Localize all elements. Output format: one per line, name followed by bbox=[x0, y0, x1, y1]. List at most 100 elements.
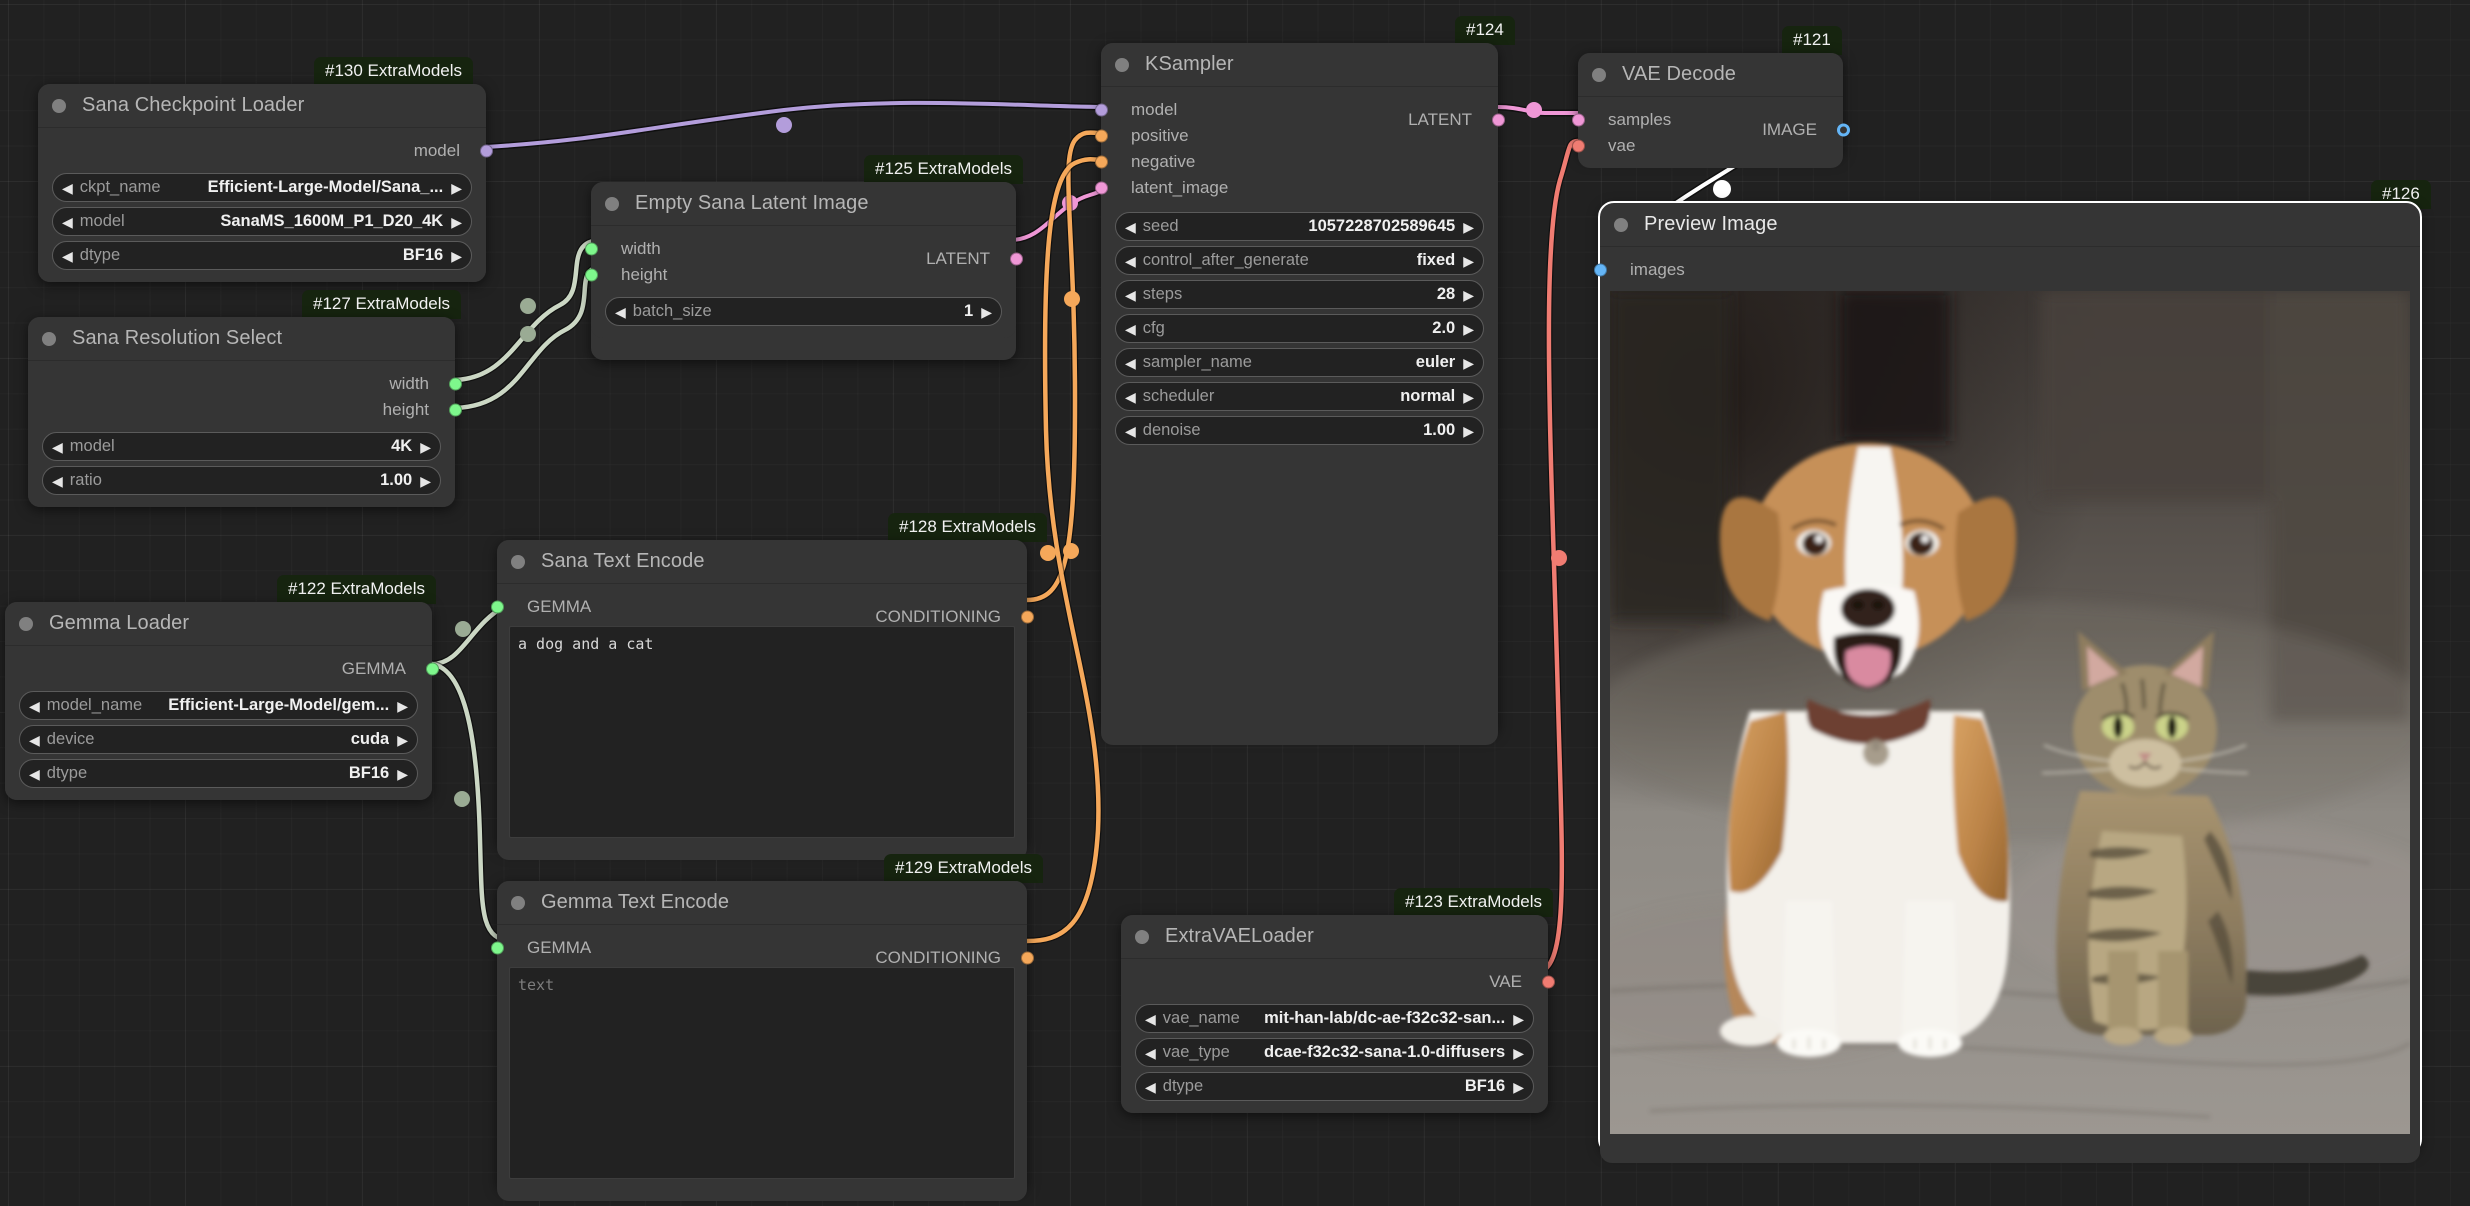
output-slot-image[interactable]: IMAGE bbox=[1578, 117, 1843, 143]
left-arrow-icon[interactable]: ◀ bbox=[615, 305, 626, 319]
left-arrow-icon[interactable]: ◀ bbox=[1125, 254, 1136, 268]
left-arrow-icon[interactable]: ◀ bbox=[1125, 220, 1136, 234]
output-slot-height[interactable]: height bbox=[28, 397, 455, 423]
left-arrow-icon[interactable]: ◀ bbox=[29, 767, 40, 781]
widget-dtype[interactable]: ◀ dtype BF16 ▶ bbox=[52, 241, 472, 270]
left-arrow-icon[interactable]: ◀ bbox=[1125, 390, 1136, 404]
widget-cfg[interactable]: ◀ cfg 2.0 ▶ bbox=[1115, 314, 1484, 343]
input-slot-latent-image[interactable]: latent_image bbox=[1101, 175, 1498, 201]
left-arrow-icon[interactable]: ◀ bbox=[62, 181, 73, 195]
left-arrow-icon[interactable]: ◀ bbox=[1125, 424, 1136, 438]
output-dot-image[interactable] bbox=[1837, 124, 1850, 137]
output-dot-height[interactable] bbox=[449, 404, 462, 417]
input-dot-negative[interactable] bbox=[1095, 156, 1108, 169]
node-header[interactable]: Preview Image bbox=[1600, 203, 2420, 247]
right-arrow-icon[interactable]: ▶ bbox=[451, 249, 462, 263]
input-slot-negative[interactable]: negative bbox=[1101, 149, 1498, 175]
node-preview-image[interactable]: Preview Image images bbox=[1600, 203, 2420, 1153]
right-arrow-icon[interactable]: ▶ bbox=[420, 474, 431, 488]
output-slot-model[interactable]: model bbox=[38, 138, 486, 164]
right-arrow-icon[interactable]: ▶ bbox=[1463, 424, 1474, 438]
widget-steps[interactable]: ◀ steps 28 ▶ bbox=[1115, 280, 1484, 309]
right-arrow-icon[interactable]: ▶ bbox=[1463, 356, 1474, 370]
right-arrow-icon[interactable]: ▶ bbox=[397, 733, 408, 747]
widget-denoise[interactable]: ◀ denoise 1.00 ▶ bbox=[1115, 416, 1484, 445]
node-header[interactable]: VAE Decode bbox=[1578, 53, 1843, 97]
right-arrow-icon[interactable]: ▶ bbox=[420, 440, 431, 454]
widget-control-after-generate[interactable]: ◀ control_after_generate fixed ▶ bbox=[1115, 246, 1484, 275]
widget-batch-size[interactable]: ◀ batch_size 1 ▶ bbox=[605, 297, 1002, 326]
right-arrow-icon[interactable]: ▶ bbox=[1463, 322, 1474, 336]
output-slot-vae[interactable]: VAE bbox=[1121, 969, 1548, 995]
collapse-dot-icon[interactable] bbox=[605, 197, 619, 211]
widget-vae-name[interactable]: ◀ vae_name mit-han-lab/dc-ae-f32c32-san.… bbox=[1135, 1004, 1534, 1033]
output-dot-latent[interactable] bbox=[1492, 114, 1505, 127]
node-header[interactable]: Sana Checkpoint Loader bbox=[38, 84, 486, 128]
node-header[interactable]: Sana Resolution Select bbox=[28, 317, 455, 361]
right-arrow-icon[interactable]: ▶ bbox=[1463, 254, 1474, 268]
node-gemma-text-encode[interactable]: Gemma Text Encode GEMMA CONDITIONING tex… bbox=[497, 881, 1027, 1191]
left-arrow-icon[interactable]: ◀ bbox=[1125, 322, 1136, 336]
output-dot-model[interactable] bbox=[480, 145, 493, 158]
output-slot-latent[interactable]: LATENT bbox=[591, 246, 1016, 272]
collapse-dot-icon[interactable] bbox=[1135, 930, 1149, 944]
prompt-textarea[interactable]: a dog and a cat bbox=[509, 626, 1015, 838]
right-arrow-icon[interactable]: ▶ bbox=[981, 305, 992, 319]
widget-ckpt-name[interactable]: ◀ ckpt_name Efficient-Large-Model/Sana_.… bbox=[52, 173, 472, 202]
output-slot-width[interactable]: width bbox=[28, 371, 455, 397]
widget-vae-type[interactable]: ◀ vae_type dcae-f32c32-sana-1.0-diffuser… bbox=[1135, 1038, 1534, 1067]
collapse-dot-icon[interactable] bbox=[1614, 218, 1628, 232]
collapse-dot-icon[interactable] bbox=[52, 99, 66, 113]
widget-dtype[interactable]: ◀ dtype BF16 ▶ bbox=[19, 759, 418, 788]
widget-model[interactable]: ◀ model 4K ▶ bbox=[42, 432, 441, 461]
node-empty-sana-latent-image[interactable]: Empty Sana Latent Image width height LAT… bbox=[591, 182, 1016, 360]
left-arrow-icon[interactable]: ◀ bbox=[62, 249, 73, 263]
right-arrow-icon[interactable]: ▶ bbox=[1513, 1080, 1524, 1094]
right-arrow-icon[interactable]: ▶ bbox=[397, 699, 408, 713]
right-arrow-icon[interactable]: ▶ bbox=[1513, 1012, 1524, 1026]
collapse-dot-icon[interactable] bbox=[511, 555, 525, 569]
collapse-dot-icon[interactable] bbox=[42, 332, 56, 346]
left-arrow-icon[interactable]: ◀ bbox=[1145, 1012, 1156, 1026]
output-dot-gemma[interactable] bbox=[426, 663, 439, 676]
left-arrow-icon[interactable]: ◀ bbox=[1145, 1080, 1156, 1094]
right-arrow-icon[interactable]: ▶ bbox=[451, 181, 462, 195]
widget-scheduler[interactable]: ◀ scheduler normal ▶ bbox=[1115, 382, 1484, 411]
node-sana-checkpoint-loader[interactable]: Sana Checkpoint Loader model ◀ ckpt_name… bbox=[38, 84, 486, 282]
input-dot-images[interactable] bbox=[1594, 264, 1607, 277]
output-slot-conditioning[interactable]: CONDITIONING bbox=[497, 604, 1027, 630]
node-vae-decode[interactable]: VAE Decode samples vae IMAGE bbox=[1578, 53, 1843, 158]
widget-ratio[interactable]: ◀ ratio 1.00 ▶ bbox=[42, 466, 441, 495]
output-dot-vae[interactable] bbox=[1542, 976, 1555, 989]
widget-device[interactable]: ◀ device cuda ▶ bbox=[19, 725, 418, 754]
node-header[interactable]: Empty Sana Latent Image bbox=[591, 182, 1016, 226]
left-arrow-icon[interactable]: ◀ bbox=[52, 440, 63, 454]
right-arrow-icon[interactable]: ▶ bbox=[1463, 390, 1474, 404]
widget-model[interactable]: ◀ model SanaMS_1600M_P1_D20_4K ▶ bbox=[52, 207, 472, 236]
node-graph-canvas[interactable]: #130 ExtraModels Sana Checkpoint Loader … bbox=[0, 0, 2470, 1206]
input-dot-latent-image[interactable] bbox=[1095, 182, 1108, 195]
output-dot-conditioning[interactable] bbox=[1021, 952, 1034, 965]
output-slot-latent[interactable]: LATENT bbox=[1101, 107, 1498, 133]
right-arrow-icon[interactable]: ▶ bbox=[1463, 288, 1474, 302]
output-dot-width[interactable] bbox=[449, 378, 462, 391]
right-arrow-icon[interactable]: ▶ bbox=[397, 767, 408, 781]
left-arrow-icon[interactable]: ◀ bbox=[29, 733, 40, 747]
node-header[interactable]: Gemma Loader bbox=[5, 602, 432, 646]
input-slot-images[interactable]: images bbox=[1600, 257, 2420, 283]
right-arrow-icon[interactable]: ▶ bbox=[451, 215, 462, 229]
widget-seed[interactable]: ◀ seed 1057228702589645 ▶ bbox=[1115, 212, 1484, 241]
widget-model-name[interactable]: ◀ model_name Efficient-Large-Model/gem..… bbox=[19, 691, 418, 720]
node-sana-text-encode[interactable]: Sana Text Encode GEMMA CONDITIONING a do… bbox=[497, 540, 1027, 850]
right-arrow-icon[interactable]: ▶ bbox=[1463, 220, 1474, 234]
left-arrow-icon[interactable]: ◀ bbox=[1125, 356, 1136, 370]
widget-sampler-name[interactable]: ◀ sampler_name euler ▶ bbox=[1115, 348, 1484, 377]
left-arrow-icon[interactable]: ◀ bbox=[29, 699, 40, 713]
widget-dtype[interactable]: ◀ dtype BF16 ▶ bbox=[1135, 1072, 1534, 1101]
node-header[interactable]: KSampler bbox=[1101, 43, 1498, 87]
node-header[interactable]: Sana Text Encode bbox=[497, 540, 1027, 584]
left-arrow-icon[interactable]: ◀ bbox=[52, 474, 63, 488]
node-sana-resolution-select[interactable]: Sana Resolution Select width height ◀ mo… bbox=[28, 317, 455, 507]
node-gemma-loader[interactable]: Gemma Loader GEMMA ◀ model_name Efficien… bbox=[5, 602, 432, 800]
left-arrow-icon[interactable]: ◀ bbox=[62, 215, 73, 229]
